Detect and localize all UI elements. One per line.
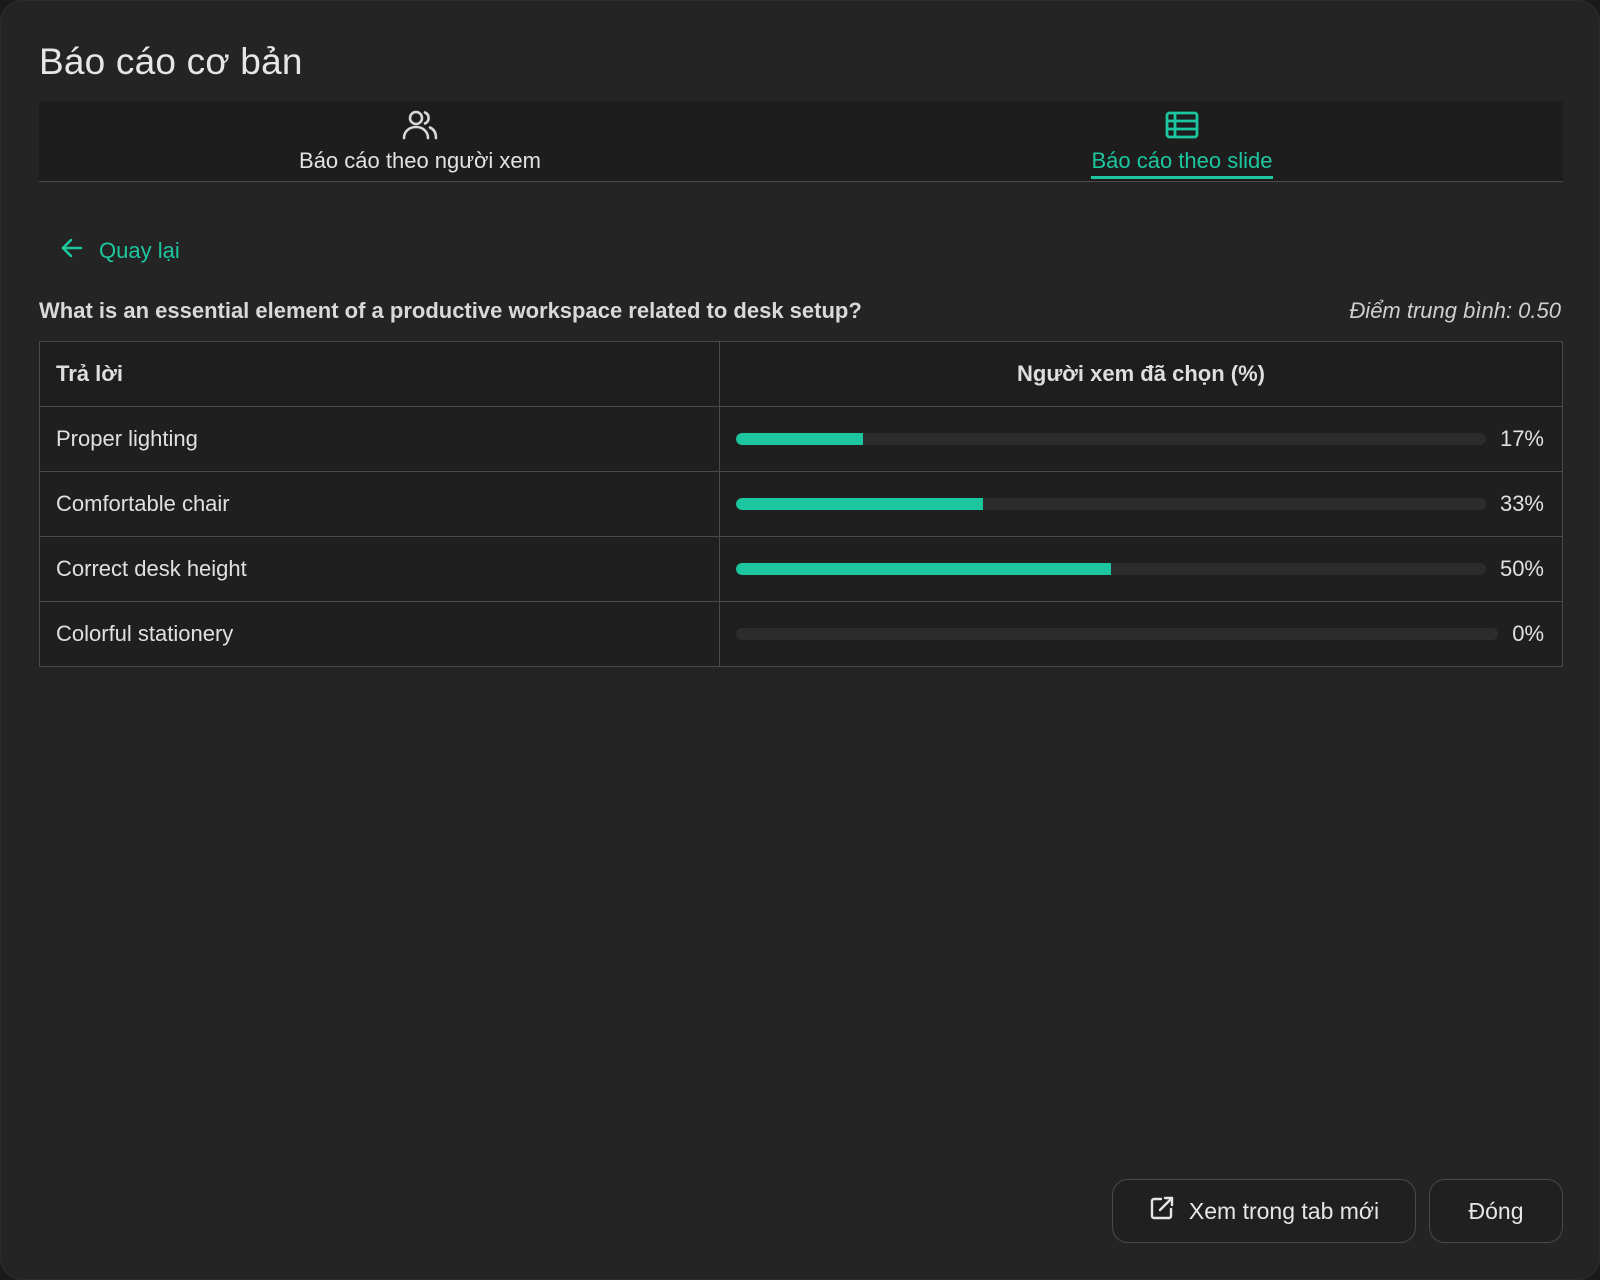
question-text: What is an essential element of a produc… xyxy=(39,298,862,323)
tab-slide-report[interactable]: Báo cáo theo slide xyxy=(801,102,1563,181)
tab-viewer-report[interactable]: Báo cáo theo người xem xyxy=(39,102,801,181)
percent-cell: 0% xyxy=(719,601,1563,667)
answers-table: Trả lời Người xem đã chọn (%) Proper lig… xyxy=(39,341,1563,667)
column-header-answer: Trả lời xyxy=(39,341,720,407)
progress-bar xyxy=(736,628,1498,640)
progress-bar xyxy=(736,498,1486,510)
table-row: Proper lighting 17% xyxy=(39,406,1563,472)
percent-cell: 50% xyxy=(719,536,1563,602)
percent-value: 50% xyxy=(1499,556,1544,581)
close-button[interactable]: Đóng xyxy=(1429,1179,1563,1243)
report-tabs: Báo cáo theo người xem Báo cáo theo slid… xyxy=(39,102,1563,182)
progress-fill xyxy=(736,498,984,510)
table-row: Correct desk height 50% xyxy=(39,536,1563,602)
answer-text: Correct desk height xyxy=(39,536,720,602)
table-header-row: Trả lời Người xem đã chọn (%) xyxy=(39,341,1563,407)
answer-text: Colorful stationery xyxy=(39,601,720,667)
report-dialog: Báo cáo cơ bản Báo cáo theo người xem Bá… xyxy=(0,0,1600,1280)
progress-fill xyxy=(736,433,864,445)
dialog-title: Báo cáo cơ bản xyxy=(39,41,303,82)
progress-fill xyxy=(736,563,1111,575)
percent-value: 33% xyxy=(1499,491,1544,516)
answer-text: Comfortable chair xyxy=(39,471,720,537)
average-score: Điểm trung bình: 0.50 xyxy=(1349,298,1561,323)
open-new-tab-button[interactable]: Xem trong tab mới xyxy=(1112,1179,1416,1243)
back-link[interactable]: Quay lại xyxy=(59,237,180,265)
percent-value: 17% xyxy=(1499,426,1544,451)
percent-cell: 17% xyxy=(719,406,1563,472)
external-link-icon xyxy=(1149,1195,1175,1227)
progress-bar xyxy=(736,563,1486,575)
open-new-tab-label: Xem trong tab mới xyxy=(1188,1197,1380,1224)
users-icon xyxy=(401,108,439,142)
arrow-left-icon xyxy=(59,237,85,265)
back-label: Quay lại xyxy=(99,238,180,263)
column-header-percent: Người xem đã chọn (%) xyxy=(719,341,1563,407)
table-row: Colorful stationery 0% xyxy=(39,601,1563,667)
answer-text: Proper lighting xyxy=(39,406,720,472)
tab-label: Báo cáo theo slide xyxy=(1091,148,1273,179)
tab-label: Báo cáo theo người xem xyxy=(299,148,541,173)
table-list-icon xyxy=(1165,108,1199,142)
progress-bar xyxy=(736,433,1486,445)
table-row: Comfortable chair 33% xyxy=(39,471,1563,537)
percent-cell: 33% xyxy=(719,471,1563,537)
percent-value: 0% xyxy=(1512,621,1544,646)
